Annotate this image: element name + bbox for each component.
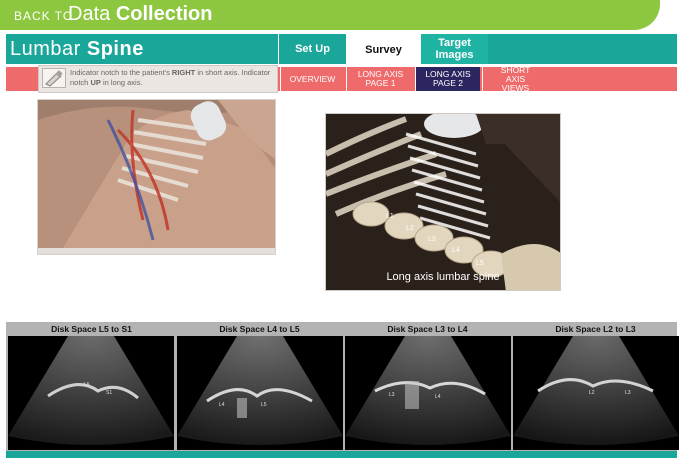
subtab-short-axis-views[interactable]: SHORT AXIS VIEWS: [482, 65, 548, 92]
level-label: L4: [219, 402, 225, 408]
long-axis-spine-illustration: L1 L2 L3 L4 L5: [325, 113, 561, 291]
vertebra-label-l3: L3: [428, 236, 436, 243]
back-to-link[interactable]: BACK TO: [14, 9, 73, 23]
vertebra-label-l2: L2: [406, 225, 414, 232]
section-title-bold: Collection: [115, 3, 213, 25]
instruction-emphasis: UP: [90, 78, 101, 87]
level-label: L2: [589, 390, 595, 396]
page-title-light: Lumbar: [10, 38, 81, 60]
vertebra-label-l5: L5: [476, 260, 484, 267]
subtab-long-axis-page-1[interactable]: LONG AXIS PAGE 1: [346, 67, 414, 91]
level-label: S1: [106, 390, 112, 396]
section-title[interactable]: Data Collection: [68, 3, 212, 26]
instruction-part: in long axis.: [100, 78, 143, 87]
level-label: L5: [261, 402, 267, 408]
footer-bar: [6, 451, 677, 458]
vertebra-label-l4: L4: [452, 247, 460, 254]
ultrasound-image: L4 L5: [177, 336, 343, 450]
ultrasound-title: Disk Space L3 to L4: [387, 324, 468, 334]
level-label: L3: [389, 392, 395, 398]
subtab-overview[interactable]: OVERVIEW: [280, 67, 344, 91]
figure-caption: Long axis lumbar spine: [386, 271, 500, 283]
vertebra-label-l1: L1: [386, 213, 394, 220]
page-title-bold: Spine: [86, 38, 144, 60]
level-label: L5: [84, 382, 90, 388]
level-label: L4: [435, 394, 441, 400]
instruction-text: Indicator notch to the patient's RIGHT i…: [70, 68, 276, 88]
ultrasound-image: L3 L4: [345, 336, 511, 450]
subtab-long-axis-page-2[interactable]: LONG AXIS PAGE 2: [415, 67, 480, 91]
instruction-part: Indicator notch to the patient's: [70, 68, 172, 77]
probe-icon: [42, 68, 66, 88]
page-title: Lumbar Spine: [10, 38, 144, 61]
ultrasound-image: L5 S1: [8, 336, 174, 450]
level-label: L3: [625, 390, 631, 396]
instruction-emphasis: RIGHT: [171, 68, 196, 77]
probe-placement-illustration: [37, 99, 276, 255]
tab-set-up[interactable]: Set Up: [278, 34, 346, 64]
tab-target-images[interactable]: Target Images: [420, 34, 488, 64]
section-title-light: Data: [68, 3, 111, 25]
ultrasound-image: L2 L3: [513, 336, 679, 450]
tab-survey[interactable]: Survey: [346, 34, 420, 66]
ultrasound-title: Disk Space L5 to S1: [51, 324, 132, 334]
ultrasound-title: Disk Space L4 to L5: [219, 324, 300, 334]
ultrasound-title: Disk Space L2 to L3: [555, 324, 636, 334]
